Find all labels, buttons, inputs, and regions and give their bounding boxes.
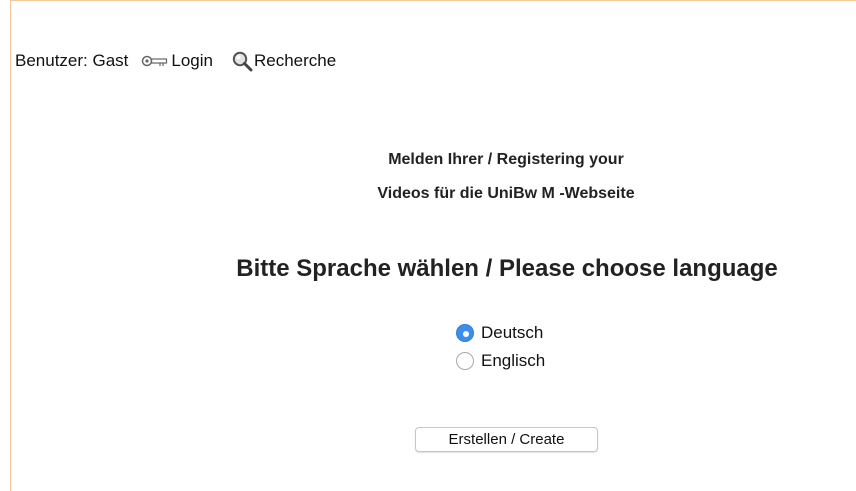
create-button[interactable]: Erstellen / Create — [415, 427, 598, 452]
search-icon — [232, 51, 253, 72]
radio-deutsch[interactable] — [456, 324, 474, 342]
page-frame — [10, 0, 856, 491]
language-option-label: Englisch — [481, 351, 546, 370]
current-user-label: Benutzer: Gast — [15, 51, 129, 70]
search-link[interactable]: Recherche — [231, 50, 336, 72]
language-option-deutsch[interactable]: Deutsch — [456, 319, 545, 347]
search-label: Recherche — [254, 51, 337, 70]
language-radio-group: Deutsch Englisch — [456, 319, 545, 375]
intro-line-1: Melden Ihrer / Registering your — [388, 151, 624, 168]
language-title: Bitte Sprache wählen / Please choose lan… — [236, 255, 778, 282]
login-link[interactable]: Login — [140, 51, 213, 71]
radio-englisch[interactable] — [456, 352, 474, 370]
language-option-englisch[interactable]: Englisch — [456, 347, 545, 375]
key-icon — [142, 55, 168, 67]
login-label: Login — [171, 51, 213, 70]
language-option-label: Deutsch — [481, 323, 544, 342]
user-bar: Benutzer: Gast Login Recherche — [15, 50, 336, 72]
intro-heading: Melden Ihrer / Registering your Videos f… — [300, 143, 712, 211]
intro-line-2: Videos für die UniBw M -Webseite — [377, 185, 635, 202]
